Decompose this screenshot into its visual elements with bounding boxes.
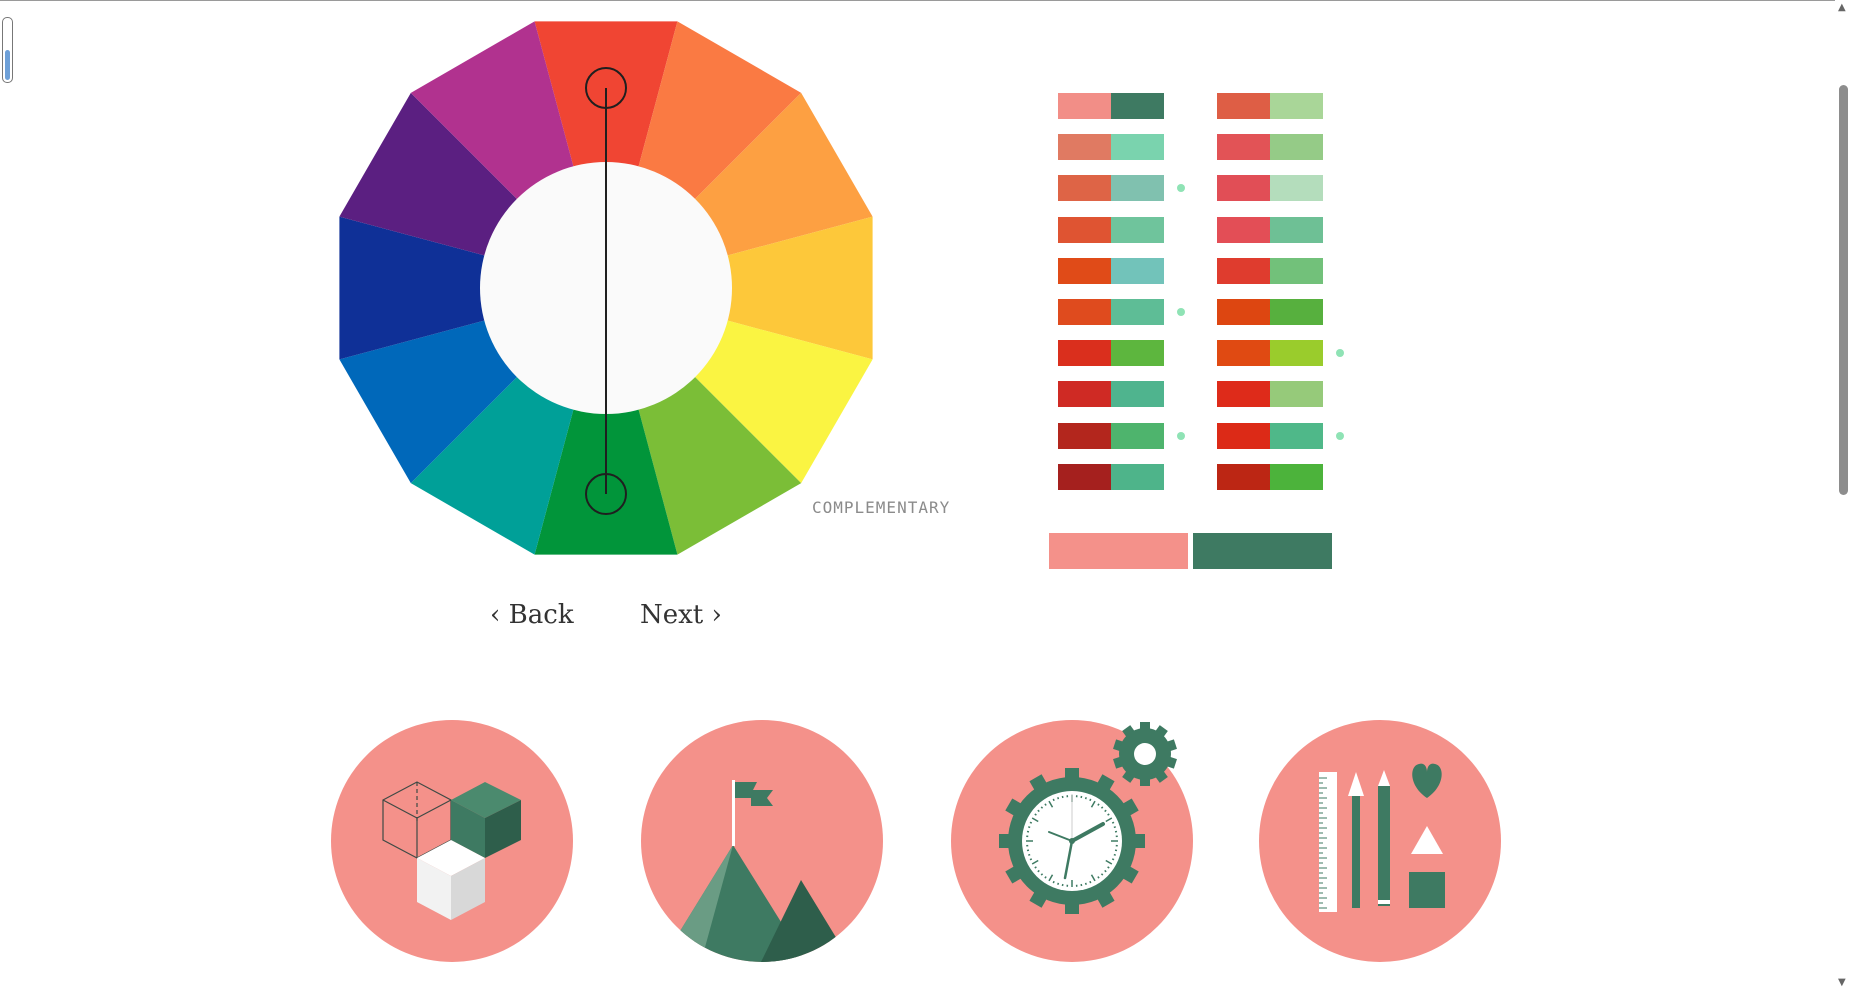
mountain-flag-icon[interactable] [641, 720, 883, 962]
next-label: Next [640, 600, 704, 630]
palette-swatch-secondary [1270, 422, 1323, 449]
palette-swatch-secondary [1111, 93, 1164, 119]
palette-pair[interactable] [1217, 381, 1323, 408]
highlight-dot [1336, 349, 1344, 358]
selected-secondary-swatch[interactable] [1193, 533, 1332, 569]
palette-pair[interactable] [1217, 257, 1323, 284]
palette-swatch-primary [1217, 381, 1270, 408]
scroll-down-icon[interactable]: ▼ [1838, 978, 1846, 988]
palette-swatch-secondary [1111, 257, 1164, 284]
highlight-dot [1336, 431, 1344, 440]
palette-pair[interactable] [1217, 340, 1323, 367]
palette-swatch-primary [1058, 381, 1111, 408]
palette-pair[interactable] [1058, 257, 1164, 284]
palette-grid [1058, 93, 1358, 493]
palette-swatch-secondary [1111, 340, 1164, 367]
chevron-right-icon: › [711, 600, 722, 630]
palette-swatch-primary [1058, 93, 1111, 119]
vertical-scrollbar[interactable]: ▲ ▼ [1835, 0, 1852, 991]
palette-pair[interactable] [1217, 93, 1323, 119]
palette-swatch-primary [1058, 299, 1111, 325]
chevron-left-icon: ‹ [490, 600, 501, 630]
palette-pair[interactable] [1217, 299, 1323, 325]
palette-pair[interactable] [1058, 93, 1164, 119]
back-button[interactable]: ‹ Back [490, 600, 574, 630]
palette-pair[interactable] [1217, 216, 1323, 243]
highlight-dot [1177, 184, 1185, 193]
zoom-slider-fill [5, 50, 10, 80]
top-border [0, 0, 1852, 1]
selected-primary-swatch[interactable] [1049, 533, 1188, 569]
palette-swatch-secondary [1111, 381, 1164, 408]
palette-swatch-primary [1217, 216, 1270, 243]
palette-swatch-secondary [1270, 216, 1323, 243]
palette-swatch-secondary [1270, 340, 1323, 367]
highlight-dot [1177, 308, 1185, 316]
palette-swatch-primary [1217, 175, 1270, 202]
palette-swatch-primary [1217, 463, 1270, 490]
palette-swatch-primary [1217, 422, 1270, 449]
palette-swatch-primary [1058, 340, 1111, 367]
palette-swatch-primary [1217, 257, 1270, 284]
palette-pair[interactable] [1058, 463, 1164, 490]
palette-swatch-secondary [1270, 93, 1323, 119]
palette-pair[interactable] [1217, 463, 1323, 490]
palette-swatch-secondary [1270, 134, 1323, 161]
palette-swatch-primary [1058, 463, 1111, 490]
palette-swatch-secondary [1270, 463, 1323, 490]
palette-swatch-secondary [1270, 299, 1323, 325]
palette-swatch-primary [1058, 257, 1111, 284]
palette-swatch-primary [1058, 422, 1111, 449]
next-button[interactable]: Next › [640, 600, 722, 630]
back-label: Back [508, 600, 574, 630]
palette-pair[interactable] [1058, 340, 1164, 367]
palette-pair[interactable] [1058, 175, 1164, 202]
palette-swatch-primary [1217, 134, 1270, 161]
zoom-slider[interactable] [2, 17, 13, 83]
palette-swatch-secondary [1111, 175, 1164, 202]
palette-swatch-primary [1217, 93, 1270, 119]
palette-swatch-secondary [1111, 299, 1164, 325]
palette-pair[interactable] [1217, 422, 1323, 449]
scroll-up-icon[interactable]: ▲ [1838, 3, 1846, 13]
palette-pair[interactable] [1058, 422, 1164, 449]
design-tools-icon[interactable] [1259, 720, 1501, 962]
palette-swatch-primary [1058, 175, 1111, 202]
palette-swatch-secondary [1270, 257, 1323, 284]
palette-swatch-secondary [1111, 216, 1164, 243]
palette-swatch-primary [1058, 134, 1111, 161]
palette-pair[interactable] [1058, 381, 1164, 408]
color-wheel[interactable] [330, 12, 882, 564]
scrollbar-thumb[interactable] [1839, 85, 1848, 495]
palette-pair[interactable] [1217, 175, 1323, 202]
palette-pair[interactable] [1058, 216, 1164, 243]
palette-swatch-primary [1217, 299, 1270, 325]
palette-swatch-secondary [1111, 134, 1164, 161]
palette-swatch-primary [1058, 216, 1111, 243]
cubes-icon[interactable] [331, 720, 573, 962]
palette-swatch-secondary [1111, 422, 1164, 449]
palette-pair[interactable] [1058, 299, 1164, 325]
harmony-mode-label[interactable]: COMPLEMENTARY [812, 498, 950, 517]
clock-gear-icon[interactable] [951, 720, 1193, 962]
palette-swatch-secondary [1111, 463, 1164, 490]
palette-pair[interactable] [1058, 134, 1164, 161]
palette-swatch-secondary [1270, 175, 1323, 202]
palette-swatch-primary [1217, 340, 1270, 367]
highlight-dot [1177, 431, 1185, 440]
palette-pair[interactable] [1217, 134, 1323, 161]
palette-swatch-secondary [1270, 381, 1323, 408]
